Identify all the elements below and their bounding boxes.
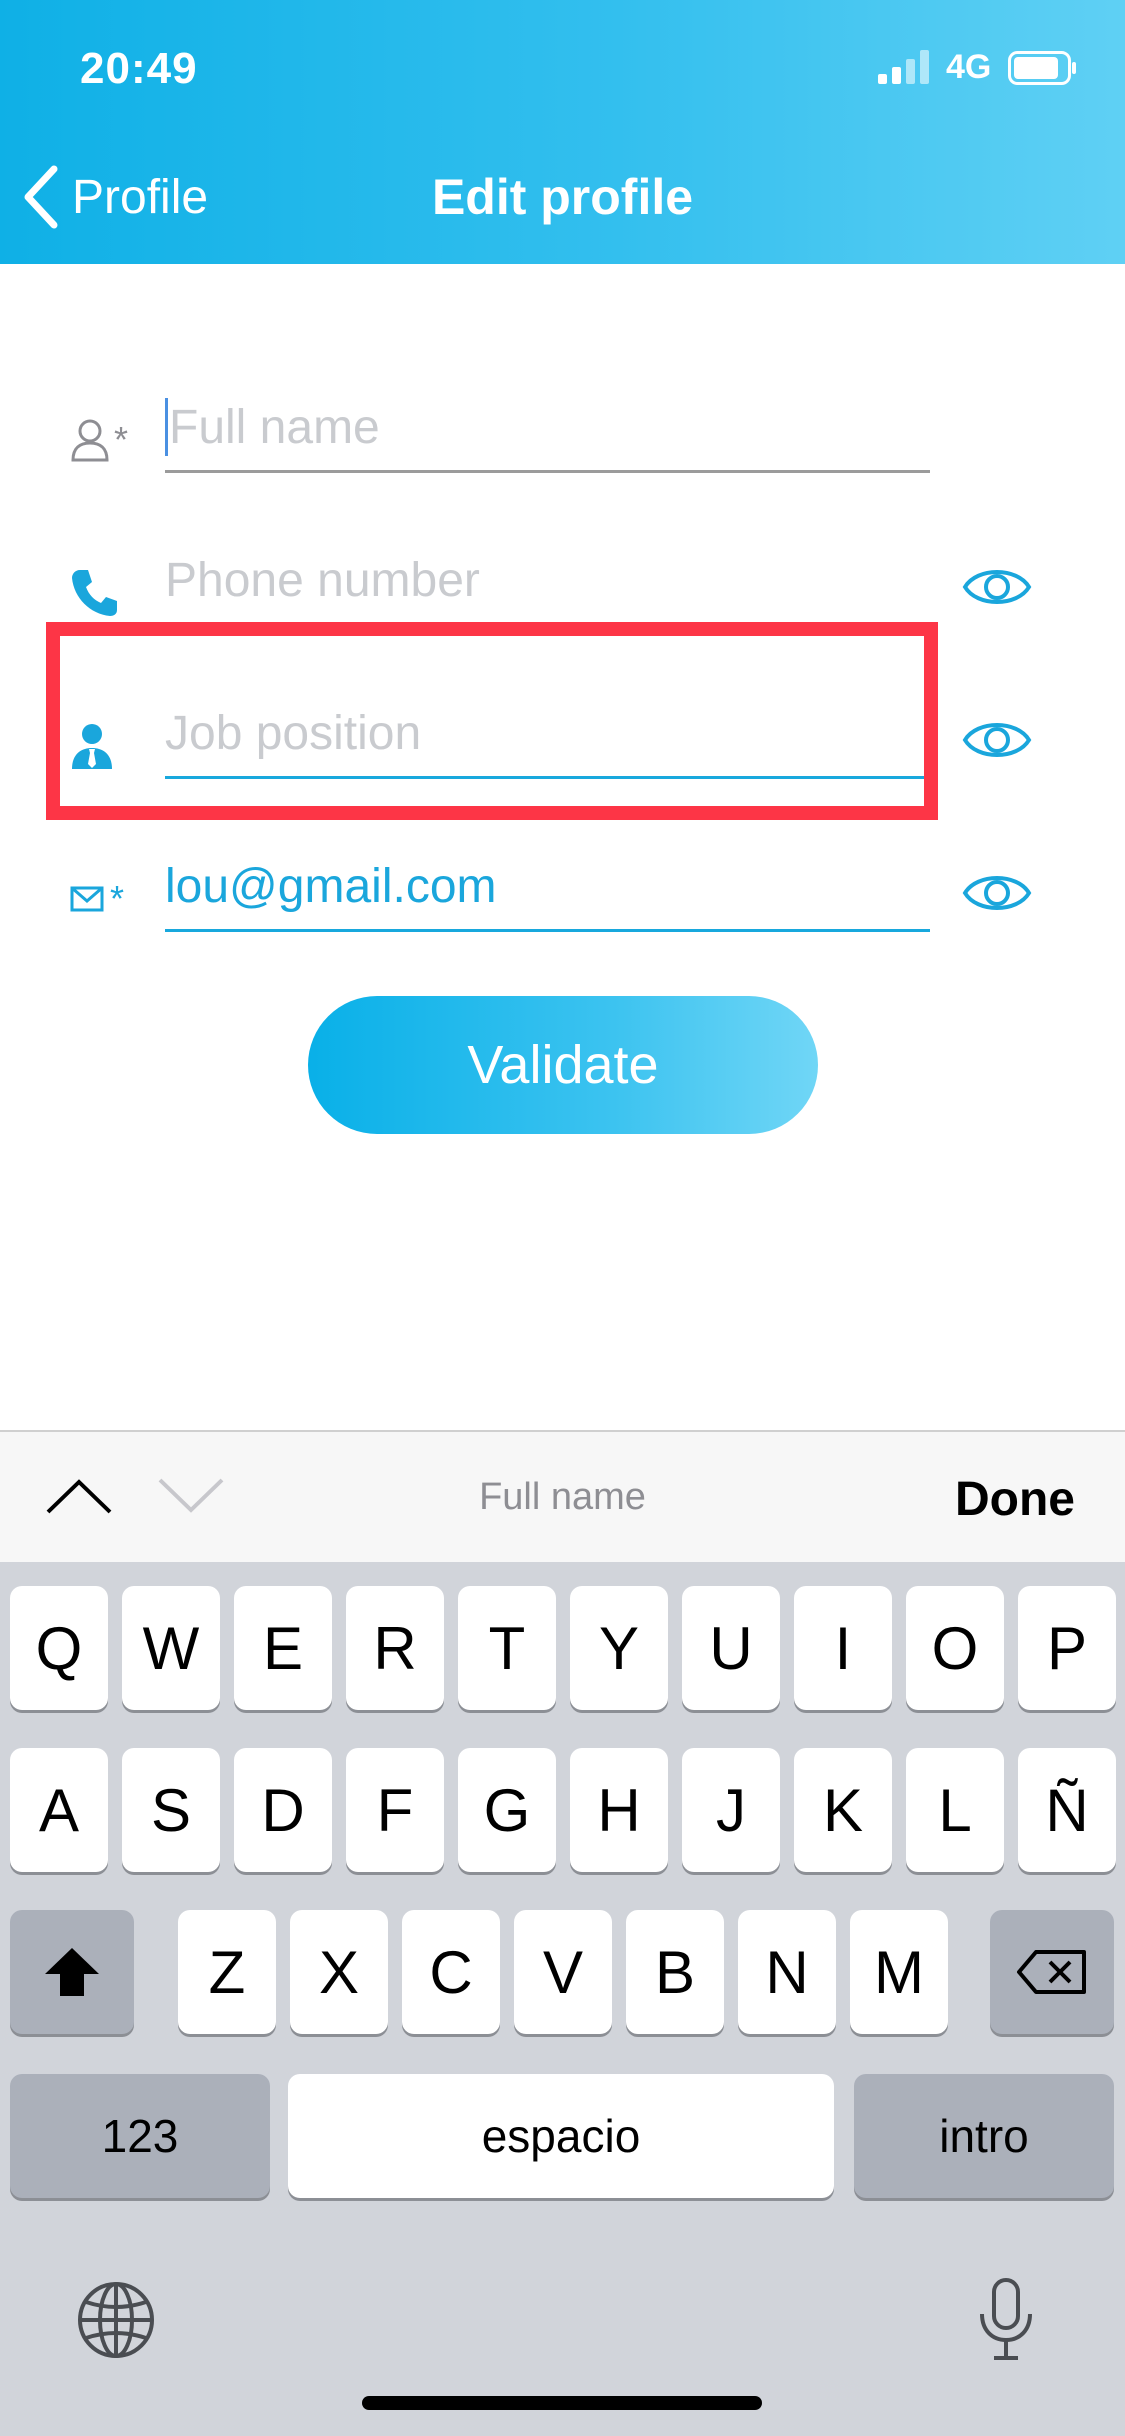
key[interactable]: O <box>906 1586 1004 1710</box>
full-name-field <box>165 388 934 473</box>
microphone-icon[interactable] <box>976 2278 1036 2362</box>
required-mark: * <box>114 419 129 460</box>
key[interactable]: Ñ <box>1018 1748 1116 1872</box>
network-label: 4G <box>946 48 992 86</box>
key[interactable]: R <box>346 1586 444 1710</box>
key[interactable]: M <box>850 1910 948 2034</box>
key[interactable]: N <box>738 1910 836 2034</box>
key[interactable]: Z <box>178 1910 276 2034</box>
key[interactable]: B <box>626 1910 724 2034</box>
backspace-icon <box>1017 1950 1086 1994</box>
phone-input[interactable] <box>165 541 930 619</box>
phone-icon-group <box>70 563 140 623</box>
key[interactable]: Q <box>10 1586 108 1710</box>
key[interactable]: V <box>514 1910 612 2034</box>
delete-key[interactable] <box>990 1910 1114 2034</box>
key[interactable]: U <box>682 1586 780 1710</box>
shift-key[interactable] <box>10 1910 134 2034</box>
phone-field <box>165 541 930 626</box>
full-name-row: * <box>0 370 1125 480</box>
key[interactable]: G <box>458 1748 556 1872</box>
numbers-key[interactable]: 123 <box>10 2074 270 2198</box>
signal-icon <box>878 50 929 84</box>
key[interactable]: K <box>794 1748 892 1872</box>
globe-icon[interactable] <box>76 2280 156 2360</box>
return-key[interactable]: intro <box>854 2074 1114 2198</box>
eye-icon[interactable] <box>962 561 1032 613</box>
key[interactable]: Y <box>570 1586 668 1710</box>
key[interactable]: X <box>290 1910 388 2034</box>
highlight-box <box>46 622 938 820</box>
validate-button[interactable]: Validate <box>308 996 818 1134</box>
nav-header: 20:49 4G Profile Edit profile <box>0 0 1125 264</box>
key[interactable]: C <box>402 1910 500 2034</box>
email-row: * <box>0 829 1125 939</box>
phone-icon <box>72 570 117 616</box>
page-title: Edit profile <box>431 169 694 225</box>
key[interactable]: D <box>234 1748 332 1872</box>
key[interactable]: I <box>794 1586 892 1710</box>
phone-row <box>0 523 1125 633</box>
space-key[interactable]: espacio <box>288 2074 834 2198</box>
key[interactable]: L <box>906 1748 1004 1872</box>
key[interactable]: P <box>1018 1586 1116 1710</box>
key[interactable]: S <box>122 1748 220 1872</box>
shift-icon <box>45 1948 99 1996</box>
required-mark: * <box>110 878 125 919</box>
key[interactable]: F <box>346 1748 444 1872</box>
key[interactable]: T <box>458 1586 556 1710</box>
envelope-icon <box>70 886 104 912</box>
status-time: 20:49 <box>80 44 198 93</box>
keyboard-accessory-bar: Full name Done <box>0 1430 1125 1564</box>
key[interactable]: E <box>234 1586 332 1710</box>
eye-icon[interactable] <box>962 714 1032 766</box>
person-outline-icon <box>71 419 109 462</box>
email-icon-group: * <box>70 869 140 929</box>
eye-icon[interactable] <box>962 867 1032 919</box>
full-name-icon-group: * <box>70 410 140 470</box>
email-input[interactable] <box>165 847 930 925</box>
text-cursor <box>165 398 168 456</box>
email-field <box>165 847 930 932</box>
keyboard: Q W E R T Y U I O P A S D F G H J K L Ñ … <box>0 1562 1125 2436</box>
done-button[interactable]: Done <box>955 1472 1075 1527</box>
key[interactable]: W <box>122 1586 220 1710</box>
full-name-input[interactable] <box>165 388 934 466</box>
key[interactable]: H <box>570 1748 668 1872</box>
home-indicator[interactable] <box>362 2396 762 2410</box>
key[interactable]: J <box>682 1748 780 1872</box>
battery-icon <box>1008 51 1076 85</box>
key[interactable]: A <box>10 1748 108 1872</box>
